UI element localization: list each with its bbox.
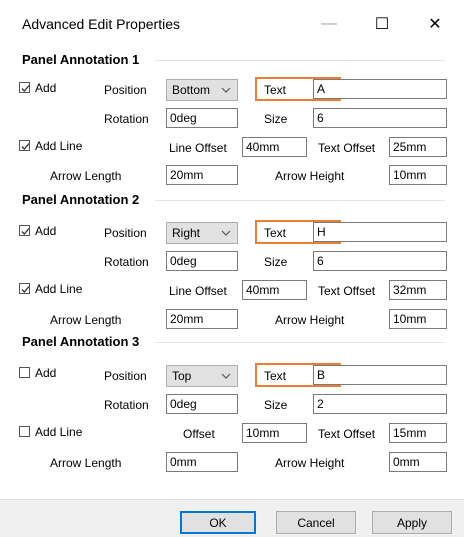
panel3-text-offset-label: Text Offset bbox=[318, 427, 376, 441]
panel1-position-value: Bottom bbox=[172, 83, 211, 97]
panel1-rotation-label: Rotation bbox=[104, 112, 149, 126]
panel2-arrow-length-input[interactable]: 20mm bbox=[166, 309, 238, 329]
panel1-text-offset-label: Text Offset bbox=[318, 141, 376, 155]
minimize-icon[interactable]: — bbox=[312, 10, 346, 38]
panel2-add-line-checkbox[interactable] bbox=[19, 283, 30, 294]
panel3-arrow-height-label: Arrow Height bbox=[275, 456, 345, 470]
panel2-add-checkbox[interactable] bbox=[19, 225, 30, 236]
panel3-position-select[interactable]: Top bbox=[166, 365, 238, 387]
panel3-arrow-length-input[interactable]: 0mm bbox=[166, 452, 238, 472]
panel2-title: Panel Annotation 2 bbox=[22, 192, 140, 207]
panel3-size-input[interactable]: 2 bbox=[313, 394, 447, 414]
window-title: Advanced Edit Properties bbox=[22, 16, 180, 32]
panel2-arrow-height-label: Arrow Height bbox=[275, 313, 345, 327]
panel2-line-offset-label: Line Offset bbox=[169, 284, 227, 298]
panel1-add-line-label: Add Line bbox=[35, 139, 83, 153]
panel3-text-offset-input[interactable]: 15mm bbox=[389, 423, 447, 443]
panel1-add-label: Add bbox=[35, 81, 57, 95]
panel1-title: Panel Annotation 1 bbox=[22, 52, 140, 67]
panel1-line-offset-label: Line Offset bbox=[169, 141, 227, 155]
panel2-text-input[interactable]: H bbox=[313, 222, 447, 242]
panel3-arrow-height-input[interactable]: 0mm bbox=[389, 452, 447, 472]
panel1-position-select[interactable]: Bottom bbox=[166, 79, 238, 101]
panel2-text-offset-label: Text Offset bbox=[318, 284, 376, 298]
chevron-down-icon bbox=[221, 373, 231, 379]
panel1-arrow-length-input[interactable]: 20mm bbox=[166, 165, 238, 185]
maximize-icon[interactable]: ☐ bbox=[365, 10, 399, 38]
panel1-arrow-height-input[interactable]: 10mm bbox=[389, 165, 447, 185]
panel1-position-label: Position bbox=[104, 83, 147, 97]
chevron-down-icon bbox=[221, 87, 231, 93]
panel2-text-offset-input[interactable]: 32mm bbox=[389, 280, 447, 300]
panel3-text-label: Text bbox=[264, 369, 287, 383]
panel2-size-label: Size bbox=[264, 255, 288, 269]
panel3-add-line-checkbox[interactable] bbox=[19, 426, 30, 437]
panel2-rotation-input[interactable]: 0deg bbox=[166, 251, 238, 271]
panel1-text-offset-input[interactable]: 25mm bbox=[389, 137, 447, 157]
panel2-line-offset-input[interactable]: 40mm bbox=[242, 280, 307, 300]
panel3-text-input[interactable]: B bbox=[313, 365, 447, 385]
panel2-position-value: Right bbox=[172, 226, 201, 240]
panel2-arrow-height-input[interactable]: 10mm bbox=[389, 309, 447, 329]
panel1-add-checkbox[interactable] bbox=[19, 82, 30, 93]
panel2-position-label: Position bbox=[104, 226, 147, 240]
panel1-size-input[interactable]: 6 bbox=[313, 108, 447, 128]
panel3-rotation-label: Rotation bbox=[104, 398, 149, 412]
panel1-line-offset-input[interactable]: 40mm bbox=[242, 137, 307, 157]
panel1-add-line-checkbox[interactable] bbox=[19, 140, 30, 151]
ok-button[interactable]: OK bbox=[180, 511, 256, 534]
panel1-size-label: Size bbox=[264, 112, 288, 126]
panel3-offset-input[interactable]: 10mm bbox=[242, 423, 307, 443]
panel2-add-label: Add bbox=[35, 224, 57, 238]
panel2-rotation-label: Rotation bbox=[104, 255, 149, 269]
panel1-divider bbox=[155, 60, 445, 61]
panel3-position-label: Position bbox=[104, 369, 147, 383]
panel3-divider bbox=[155, 342, 445, 343]
panel3-offset-label: Offset bbox=[183, 427, 215, 441]
panel2-text-label: Text bbox=[264, 226, 287, 240]
panel3-rotation-input[interactable]: 0deg bbox=[166, 394, 238, 414]
panel2-divider bbox=[155, 200, 445, 201]
panel1-text-label: Text bbox=[264, 83, 287, 97]
panel3-title: Panel Annotation 3 bbox=[22, 334, 140, 349]
panel3-arrow-length-label: Arrow Length bbox=[50, 456, 122, 470]
panel3-add-label: Add bbox=[35, 366, 57, 380]
apply-button[interactable]: Apply bbox=[372, 511, 452, 534]
panel1-text-input[interactable]: A bbox=[313, 79, 447, 99]
panel1-arrow-height-label: Arrow Height bbox=[275, 169, 345, 183]
panel2-size-input[interactable]: 6 bbox=[313, 251, 447, 271]
chevron-down-icon bbox=[221, 230, 231, 236]
panel3-size-label: Size bbox=[264, 398, 288, 412]
panel3-position-value: Top bbox=[172, 369, 192, 383]
close-icon[interactable]: ✕ bbox=[418, 10, 452, 38]
panel3-add-line-label: Add Line bbox=[35, 425, 83, 439]
panel2-position-select[interactable]: Right bbox=[166, 222, 238, 244]
cancel-button[interactable]: Cancel bbox=[276, 511, 356, 534]
panel1-arrow-length-label: Arrow Length bbox=[50, 169, 122, 183]
panel2-add-line-label: Add Line bbox=[35, 282, 83, 296]
panel3-add-checkbox[interactable] bbox=[19, 367, 30, 378]
panel1-rotation-input[interactable]: 0deg bbox=[166, 108, 238, 128]
panel2-arrow-length-label: Arrow Length bbox=[50, 313, 122, 327]
